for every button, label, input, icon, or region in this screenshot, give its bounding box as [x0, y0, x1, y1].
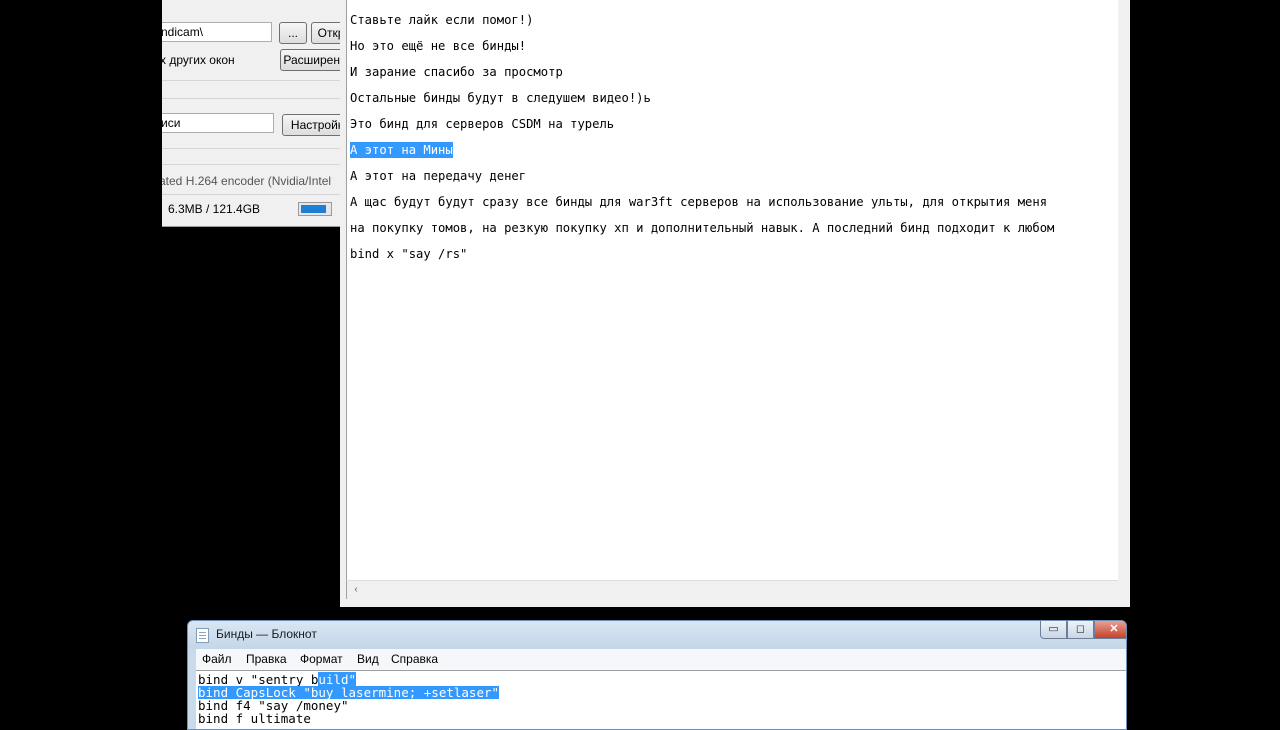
text-line: А этот на передачу денег: [350, 169, 527, 183]
code-text-area[interactable]: bind v "sentry_build" bind CapsLock "buy…: [196, 670, 1126, 729]
hotkey-input[interactable]: иси: [162, 113, 274, 133]
open-folder-button[interactable]: Откр: [311, 22, 340, 44]
minimize-icon[interactable]: ▭: [1040, 621, 1067, 639]
text-line: bind x "say /rs": [350, 247, 468, 261]
browse-button[interactable]: ...: [279, 22, 307, 44]
divider: [162, 148, 340, 149]
menu-format[interactable]: Формат: [300, 652, 343, 666]
hide-other-windows-label: х других окон: [162, 53, 235, 67]
close-icon[interactable]: ✕: [1094, 621, 1126, 639]
output-folder-input[interactable]: ndicam\: [162, 22, 272, 42]
main-text-area[interactable]: Ставьте лайк если помог!) Но это ещё не …: [346, 0, 1118, 580]
selected-text-line: А этот на Мины: [350, 142, 453, 158]
text-line: И зарание спасибо за просмотр: [350, 65, 563, 79]
title-bar[interactable]: Бинды — Блокнот ▭ ◻ ✕: [188, 621, 1126, 649]
bandicam-window: ndicam\ ... Откр х других окон Расширенн…: [162, 0, 340, 227]
disk-usage-text: 6.3MB / 121.4GB: [168, 202, 261, 216]
divider: [162, 194, 340, 195]
divider: [162, 98, 340, 99]
horizontal-scrollbar[interactable]: ‹: [346, 580, 1118, 599]
text-line: Остальные бинды будут в следушем видео!)…: [350, 91, 651, 105]
menu-view[interactable]: Вид: [357, 652, 379, 666]
text-line: Но это ещё не все бинды!: [350, 39, 527, 53]
notepad-window-binds: Бинды — Блокнот ▭ ◻ ✕ Файл Правка Формат…: [187, 620, 1127, 730]
code-line: bind f ultimate: [198, 711, 311, 726]
text-line: Это бинд для серверов CSDM на турель: [350, 117, 615, 131]
text-line: Ставьте лайк если помог!): [350, 13, 534, 27]
menu-edit[interactable]: Правка: [246, 652, 287, 666]
divider: [162, 80, 340, 81]
notepad-icon: [196, 628, 209, 643]
advanced-button[interactable]: Расширенн: [280, 49, 340, 71]
main-notepad-window: Ставьте лайк если помог!) Но это ещё не …: [340, 0, 1130, 607]
text-line: на покупку томов, на резкую покупку хп и…: [350, 221, 1055, 235]
text-line: А щас будут будут сразу все бинды для wa…: [350, 195, 1048, 209]
window-title: Бинды — Блокнот: [216, 627, 317, 641]
disk-usage-fill: [301, 205, 326, 213]
menu-help[interactable]: Справка: [391, 652, 438, 666]
disk-usage-bar: [298, 202, 332, 216]
menu-file[interactable]: Файл: [202, 652, 232, 666]
settings-button[interactable]: Настройк: [282, 114, 340, 136]
encoder-label: ated H.264 encoder (Nvidia/Intel: [162, 174, 332, 188]
divider: [162, 164, 340, 165]
scroll-left-icon[interactable]: ‹: [349, 583, 363, 597]
maximize-icon[interactable]: ◻: [1067, 621, 1094, 639]
menu-bar: Файл Правка Формат Вид Справка: [196, 649, 1126, 671]
